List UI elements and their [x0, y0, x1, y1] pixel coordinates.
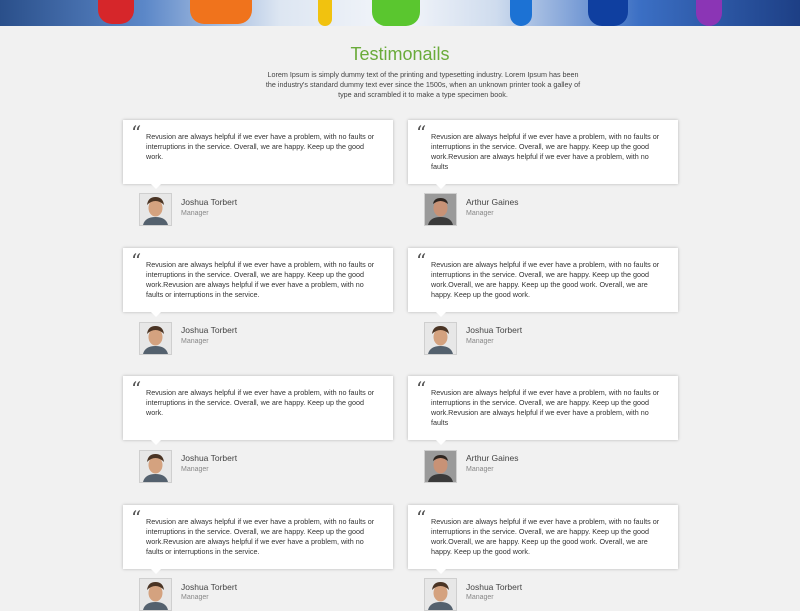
testimonial-card: “ Revusion are always helpful if we ever… — [408, 120, 678, 189]
testimonial-quote: Revusion are always helpful if we ever h… — [431, 517, 660, 556]
quote-mark-icon: “ — [416, 249, 427, 273]
avatar — [139, 322, 172, 355]
testimonial-quote: Revusion are always helpful if we ever h… — [431, 388, 660, 427]
quote-mark-icon: “ — [416, 377, 427, 401]
banner-shape — [510, 0, 532, 26]
banner-button-shape — [372, 0, 420, 26]
testimonial-quote: Revusion are always helpful if we ever h… — [431, 132, 660, 171]
header-banner-image — [0, 0, 800, 26]
author-name: Arthur Gaines — [466, 453, 519, 463]
person-photo-icon — [140, 451, 171, 482]
author-role: Manager — [181, 338, 209, 345]
author-name: Joshua Torbert — [181, 325, 238, 335]
testimonial-quote: Revusion are always helpful if we ever h… — [146, 132, 375, 161]
page-title: Testimonails — [350, 44, 450, 64]
person-photo-icon — [140, 323, 171, 354]
testimonial-card: “ Revusion are always helpful if we ever… — [123, 248, 393, 317]
testimonial-quote: Revusion are always helpful if we ever h… — [146, 517, 375, 556]
person-photo-icon — [425, 451, 456, 482]
banner-shape — [318, 0, 332, 26]
author-name: Arthur Gaines — [466, 197, 519, 207]
avatar — [139, 578, 172, 611]
avatar — [424, 450, 457, 483]
person-photo-icon — [140, 579, 171, 610]
person-photo-icon — [425, 194, 456, 225]
author-name: Joshua Torbert — [181, 197, 238, 207]
testimonial-card: “ Revusion are always helpful if we ever… — [408, 376, 678, 445]
person-photo-icon — [425, 323, 456, 354]
testimonial-card: “ Revusion are always helpful if we ever… — [123, 120, 393, 189]
author-role: Manager — [181, 210, 209, 217]
author-name: Joshua Torbert — [466, 325, 523, 335]
author-role: Manager — [466, 466, 494, 473]
author-name: Joshua Torbert — [181, 582, 238, 592]
testimonial-card: “ Revusion are always helpful if we ever… — [123, 505, 393, 574]
author-name: Joshua Torbert — [181, 453, 238, 463]
avatar — [424, 322, 457, 355]
banner-shape — [588, 0, 628, 26]
quote-mark-icon: “ — [131, 506, 142, 530]
testimonial-quote: Revusion are always helpful if we ever h… — [146, 388, 375, 417]
avatar — [139, 193, 172, 226]
person-photo-icon — [140, 194, 171, 225]
person-photo-icon — [425, 579, 456, 610]
avatar — [424, 578, 457, 611]
quote-mark-icon: “ — [131, 249, 142, 273]
avatar — [139, 450, 172, 483]
testimonial-quote: Revusion are always helpful if we ever h… — [146, 260, 375, 299]
quote-mark-icon: “ — [416, 121, 427, 145]
quote-mark-icon: “ — [131, 121, 142, 145]
testimonial-quote: Revusion are always helpful if we ever h… — [431, 260, 660, 299]
author-name: Joshua Torbert — [466, 582, 523, 592]
author-role: Manager — [181, 466, 209, 473]
quote-mark-icon: “ — [131, 377, 142, 401]
quote-mark-icon: “ — [416, 506, 427, 530]
testimonial-card: “ Revusion are always helpful if we ever… — [408, 248, 678, 317]
banner-shape — [190, 0, 252, 24]
avatar — [424, 193, 457, 226]
banner-shape — [696, 0, 722, 26]
author-role: Manager — [466, 210, 494, 217]
banner-shape — [98, 0, 134, 24]
testimonial-card: “ Revusion are always helpful if we ever… — [123, 376, 393, 445]
author-role: Manager — [466, 338, 494, 345]
testimonial-card: “ Revusion are always helpful if we ever… — [408, 505, 678, 574]
intro-text: Lorem Ipsum is simply dummy text of the … — [265, 70, 581, 99]
